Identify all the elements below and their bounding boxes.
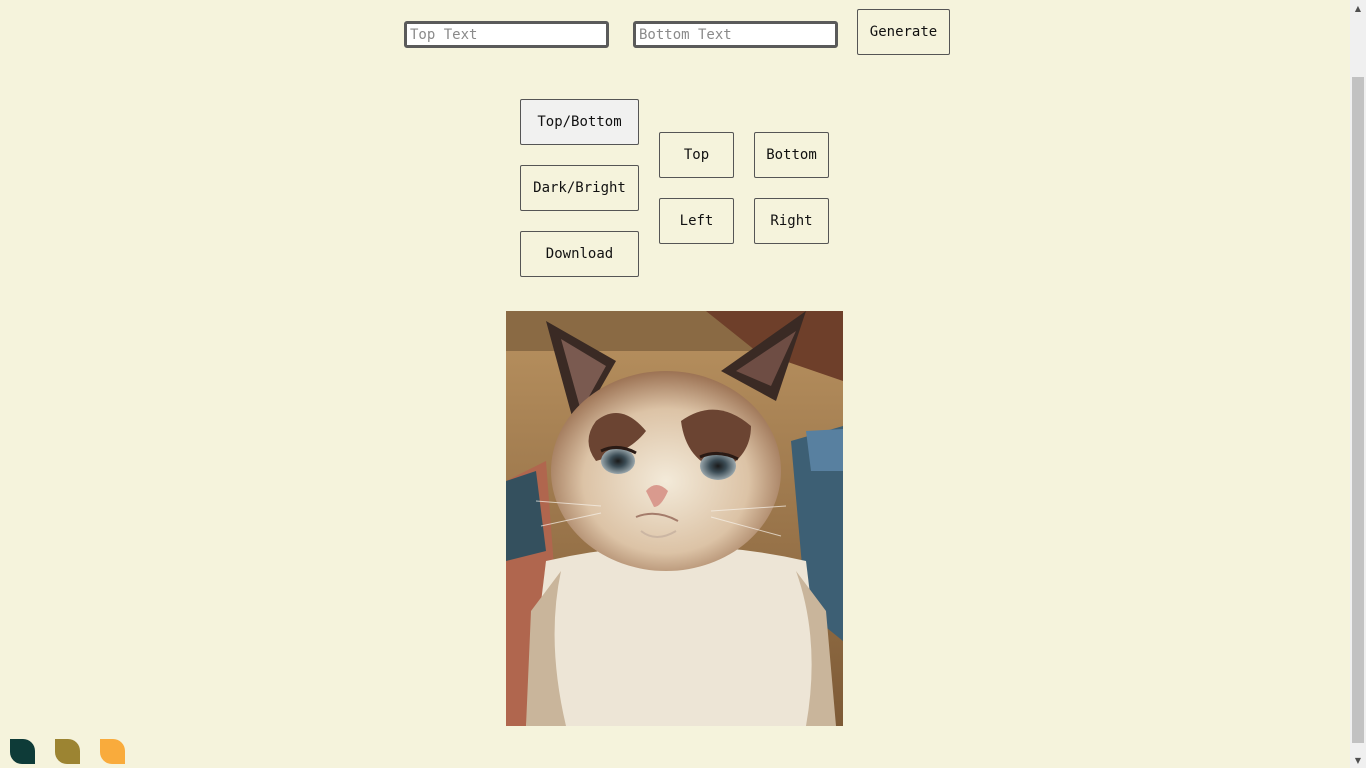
- dark-bright-button[interactable]: Dark/Bright: [520, 165, 639, 211]
- scroll-up-arrow-icon[interactable]: ▲: [1350, 0, 1366, 16]
- vertical-scrollbar[interactable]: ▲ ▼: [1350, 0, 1366, 768]
- theme-swatch-orange[interactable]: [100, 739, 125, 764]
- left-position-button[interactable]: Left: [659, 198, 734, 244]
- top-position-button[interactable]: Top: [659, 132, 734, 178]
- bottom-position-button[interactable]: Bottom: [754, 132, 829, 178]
- top-text-input[interactable]: [404, 21, 609, 48]
- bottom-text-input[interactable]: [633, 21, 838, 48]
- theme-swatch-dark-teal[interactable]: [10, 739, 35, 764]
- top-bottom-button[interactable]: Top/Bottom: [520, 99, 639, 145]
- download-button[interactable]: Download: [520, 231, 639, 277]
- meme-image: [506, 311, 843, 726]
- scroll-down-arrow-icon[interactable]: ▼: [1350, 752, 1366, 768]
- theme-swatch-olive[interactable]: [55, 739, 80, 764]
- meme-generator-page: Generate Top/Bottom Dark/Bright Download…: [0, 0, 1366, 768]
- right-position-button[interactable]: Right: [754, 198, 829, 244]
- grumpy-cat-photo: [506, 311, 843, 726]
- generate-button[interactable]: Generate: [857, 9, 950, 55]
- scrollbar-thumb[interactable]: [1352, 77, 1364, 743]
